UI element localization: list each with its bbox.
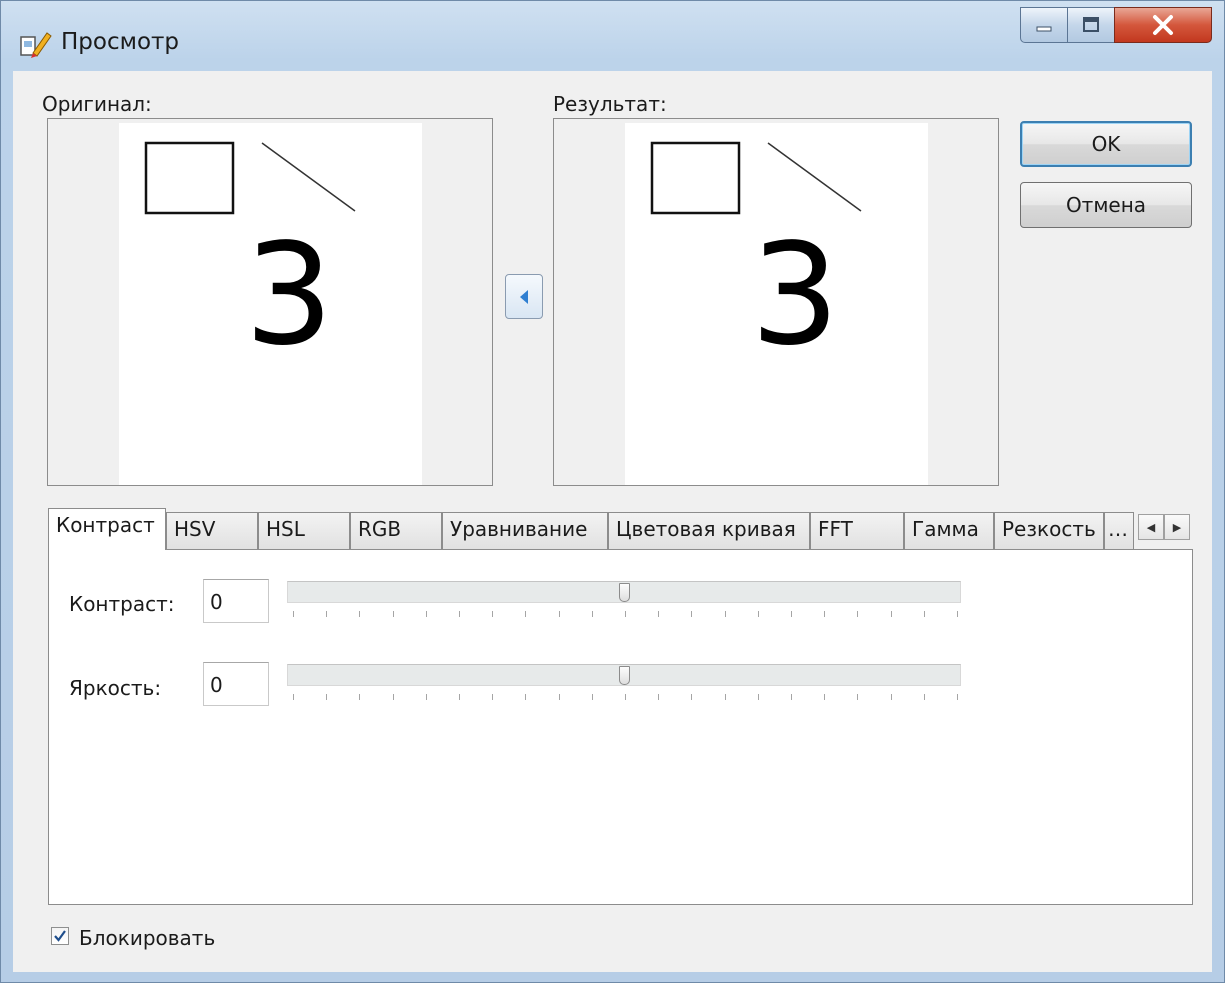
- slider-tick: [525, 611, 526, 617]
- maximize-icon: [1083, 17, 1099, 32]
- tab-overflow-label: …: [1108, 517, 1128, 541]
- window-title: Просмотр: [61, 29, 180, 55]
- close-icon: [1153, 15, 1173, 35]
- title-bar[interactable]: Просмотр: [1, 1, 1224, 71]
- app-icon: [20, 32, 52, 58]
- contrast-label: Контраст:: [69, 592, 175, 616]
- lock-checkbox[interactable]: [51, 927, 69, 945]
- slider-tick: [924, 611, 925, 617]
- slider-tick: [559, 611, 560, 617]
- maximize-button[interactable]: [1067, 7, 1115, 43]
- original-label: Оригинал:: [42, 92, 152, 116]
- slider-tick: [957, 694, 958, 700]
- slider-tick: [492, 694, 493, 700]
- tab-color-curve[interactable]: Цветовая кривая: [608, 512, 810, 549]
- minimize-button[interactable]: [1020, 7, 1068, 43]
- original-preview-drawing: 3: [144, 141, 356, 377]
- tab-equalization[interactable]: Уравнивание: [442, 512, 608, 549]
- brightness-input[interactable]: 0: [203, 662, 269, 706]
- checkmark-icon: [54, 930, 66, 942]
- tab-fft[interactable]: FFT: [810, 512, 904, 549]
- original-preview-page: 3: [119, 123, 422, 485]
- slider-tick: [857, 611, 858, 617]
- slider-tick: [824, 694, 825, 700]
- slider-tick: [592, 694, 593, 700]
- slider-tick: [359, 611, 360, 617]
- slider-tick: [492, 611, 493, 617]
- tab-gamma[interactable]: Гамма: [904, 512, 994, 549]
- slider-tick: [393, 694, 394, 700]
- tab-sharpness[interactable]: Резкость: [994, 512, 1104, 549]
- tab-hsv[interactable]: HSV: [166, 512, 258, 549]
- slider-tick: [891, 611, 892, 617]
- contrast-input[interactable]: 0: [203, 579, 269, 623]
- brightness-slider-ticks: [293, 694, 958, 700]
- dialog-window: Просмотр Оригинал: Результат: 3 3 OK Отм…: [0, 0, 1225, 983]
- result-digit: 3: [750, 214, 839, 377]
- copy-to-original-button[interactable]: [505, 274, 543, 319]
- tab-scroll-left-button[interactable]: ◀: [1138, 514, 1164, 540]
- slider-tick: [426, 611, 427, 617]
- brightness-label: Яркость:: [69, 676, 162, 700]
- tab-contrast[interactable]: Контраст: [48, 508, 166, 550]
- result-preview[interactable]: 3: [553, 118, 999, 486]
- slider-tick: [791, 611, 792, 617]
- original-digit: 3: [244, 214, 333, 377]
- close-button[interactable]: [1114, 7, 1212, 43]
- slider-tick: [326, 694, 327, 700]
- dialog-client-area: Оригинал: Результат: 3 3 OK Отмена Контр…: [13, 71, 1212, 972]
- chevron-left-icon: ◀: [1146, 520, 1156, 534]
- brightness-slider-thumb[interactable]: [618, 666, 630, 685]
- slider-tick: [525, 694, 526, 700]
- slider-tick: [393, 611, 394, 617]
- result-label: Результат:: [553, 92, 667, 116]
- slider-tick: [691, 694, 692, 700]
- chevron-right-icon: ▶: [1172, 520, 1182, 534]
- minimize-icon: [1036, 26, 1052, 32]
- slider-tick: [426, 694, 427, 700]
- result-preview-page: 3: [625, 123, 928, 485]
- original-preview[interactable]: 3: [47, 118, 493, 486]
- slider-tick: [658, 694, 659, 700]
- slider-tick: [857, 694, 858, 700]
- slider-tick: [625, 611, 626, 617]
- contrast-slider-thumb[interactable]: [618, 583, 630, 602]
- ok-button[interactable]: OK: [1020, 121, 1192, 167]
- slider-tick: [691, 611, 692, 617]
- tab-rgb[interactable]: RGB: [350, 512, 442, 549]
- contrast-slider-ticks: [293, 611, 958, 617]
- slider-tick: [625, 694, 626, 700]
- lock-label: Блокировать: [79, 926, 216, 950]
- arrow-left-icon: [520, 289, 528, 304]
- slider-tick: [824, 611, 825, 617]
- tab-strip: Контраст HSV HSL RGB Уравнивание Цветова…: [48, 508, 1193, 550]
- slider-tick: [592, 611, 593, 617]
- slider-tick: [924, 694, 925, 700]
- slider-tick: [293, 694, 294, 700]
- slider-tick: [326, 611, 327, 617]
- slider-tick: [758, 611, 759, 617]
- slider-tick: [758, 694, 759, 700]
- slider-tick: [725, 694, 726, 700]
- slider-tick: [658, 611, 659, 617]
- slider-tick: [559, 694, 560, 700]
- slider-tick: [293, 611, 294, 617]
- contrast-tab-panel: Контраст: 0 Яркость: 0: [48, 549, 1193, 905]
- slider-tick: [359, 694, 360, 700]
- slider-tick: [459, 694, 460, 700]
- slider-tick: [891, 694, 892, 700]
- tab-overflow[interactable]: …: [1104, 512, 1134, 549]
- slider-tick: [459, 611, 460, 617]
- tab-scroll-right-button[interactable]: ▶: [1164, 514, 1190, 540]
- tab-hsl[interactable]: HSL: [258, 512, 350, 549]
- result-preview-drawing: 3: [650, 141, 862, 377]
- slider-tick: [725, 611, 726, 617]
- slider-tick: [957, 611, 958, 617]
- slider-tick: [791, 694, 792, 700]
- cancel-button[interactable]: Отмена: [1020, 182, 1192, 228]
